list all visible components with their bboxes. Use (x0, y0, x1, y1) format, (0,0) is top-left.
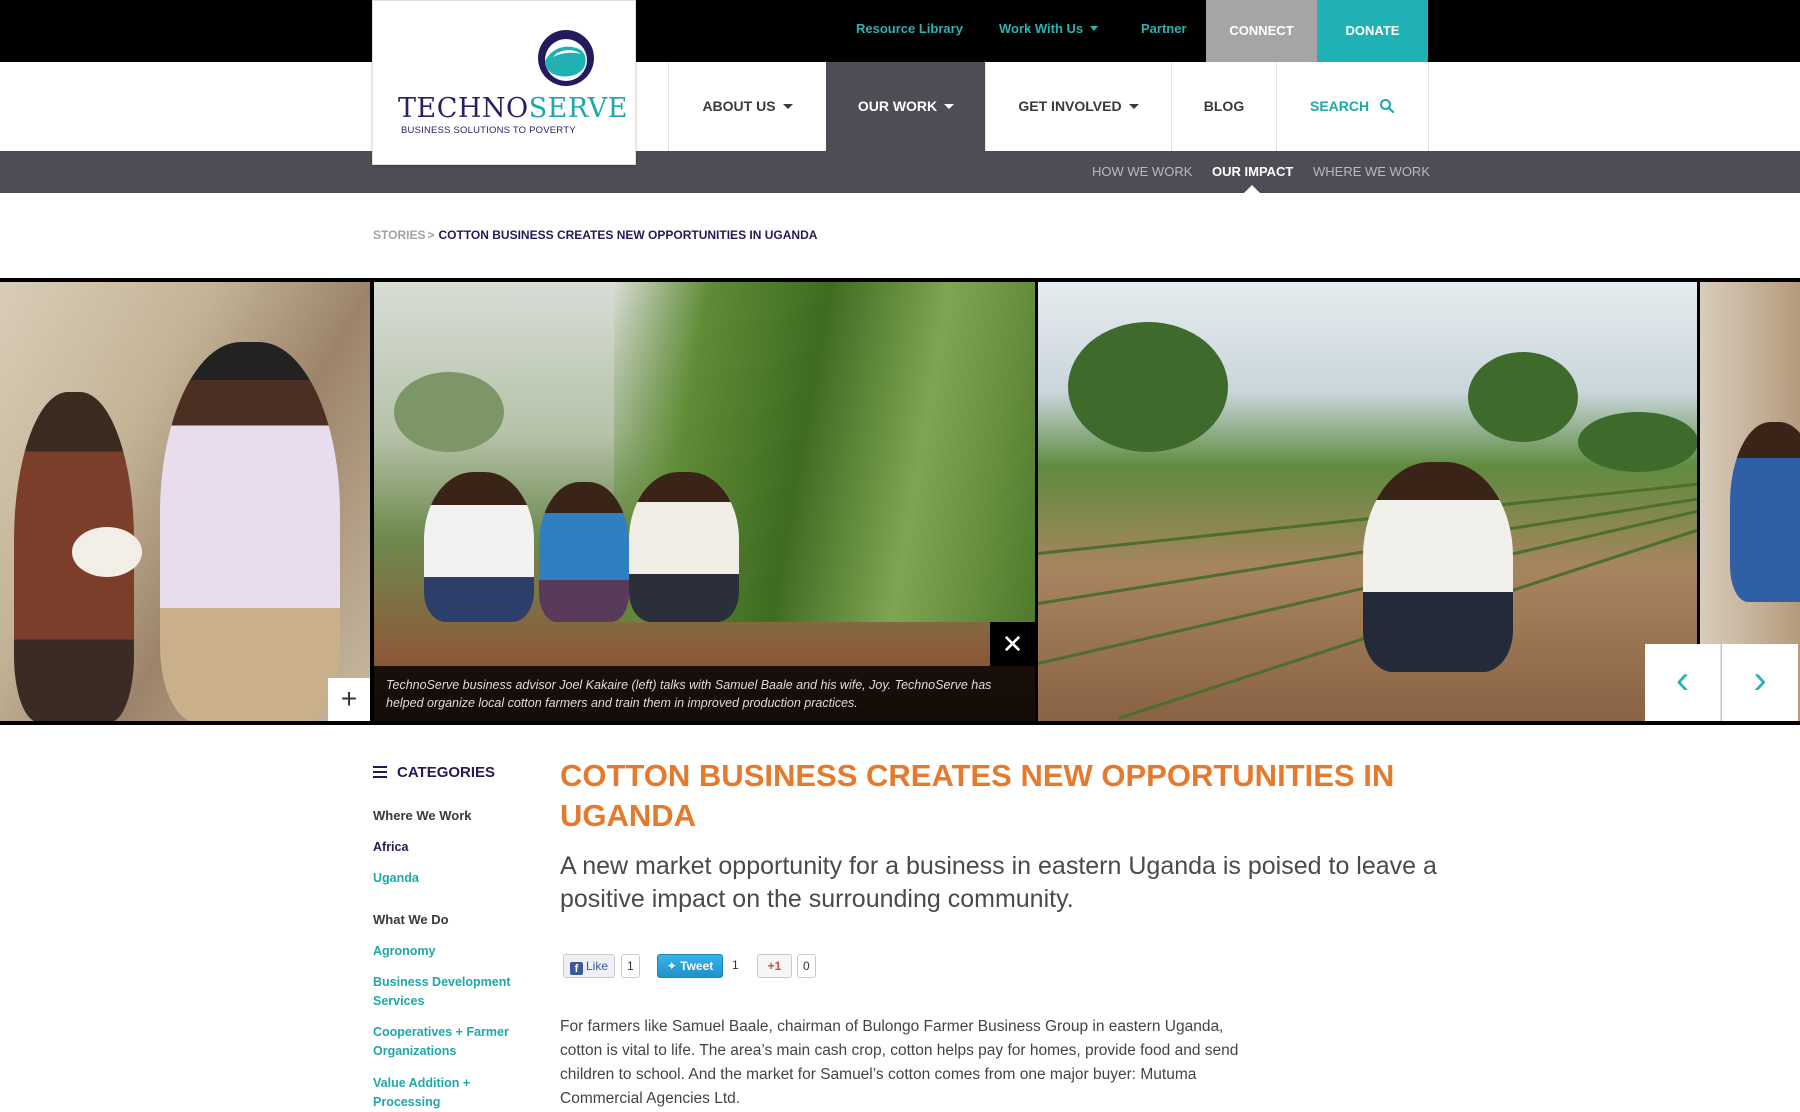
sub-nav: HOW WE WORK OUR IMPACT WHERE WE WORK (0, 151, 1800, 193)
facebook-like-button[interactable]: f Like (563, 954, 615, 978)
google-plus-count: 0 (797, 954, 816, 978)
category-link-value-addition[interactable]: Value Addition + Processing (373, 1074, 533, 1112)
person-figure (629, 472, 739, 622)
facebook-like-count: 1 (621, 954, 640, 978)
twitter-bird-icon: ✦ (666, 959, 677, 973)
category-link-cooperatives[interactable]: Cooperatives + Farmer Organizations (373, 1023, 533, 1061)
nav-about-us-label: ABOUT US (702, 98, 776, 114)
work-with-us-label: Work With Us (999, 21, 1084, 36)
category-link-bds[interactable]: Business Development Services (373, 973, 533, 1011)
nav-our-work[interactable]: OUR WORK (826, 62, 985, 151)
close-caption-button[interactable]: ✕ (990, 622, 1035, 666)
photo-caption: TechnoServe business advisor Joel Kakair… (374, 666, 1035, 721)
resource-library-link[interactable]: Resource Library (856, 0, 963, 62)
chevron-right-icon: › (1753, 658, 1767, 702)
plus-icon: + (340, 683, 358, 714)
logo-word-left: TECHNO (398, 93, 529, 124)
chevron-down-icon (782, 104, 793, 109)
cotton-sample (72, 527, 142, 577)
nav-about-us[interactable]: ABOUT US (668, 62, 826, 151)
person-figure (160, 342, 340, 721)
nav-search-label: SEARCH (1309, 98, 1370, 114)
chevron-down-icon (1090, 26, 1099, 31)
tweet-button[interactable]: ✦ Tweet (657, 954, 723, 978)
breadcrumb-separator: > (427, 228, 435, 242)
article-deck: A new market opportunity for a business … (560, 852, 1437, 913)
logo-mark-icon (538, 30, 594, 86)
active-subnav-pointer (1244, 185, 1260, 193)
nav-search[interactable]: SEARCH (1276, 62, 1429, 151)
logo-word-right: SERVE (528, 93, 628, 124)
gallery-next-button[interactable]: › (1722, 644, 1798, 721)
tree-shape (1068, 322, 1228, 452)
tree-shape (1468, 352, 1578, 442)
breadcrumb: STORIES > COTTON BUSINESS CREATES NEW OPPO… (373, 228, 817, 242)
facebook-like-label: Like (586, 959, 609, 973)
where-we-work-heading: Where We Work (373, 808, 472, 823)
person-figure (539, 482, 629, 622)
logo-tagline: BUSINESS SOLUTIONS TO POVERTY (401, 125, 576, 136)
nav-our-work-label: OUR WORK (857, 98, 938, 114)
donate-button[interactable]: DONATE (1317, 0, 1428, 62)
nav-get-involved[interactable]: GET INVOLVED (985, 62, 1171, 151)
subnav-where-we-work[interactable]: WHERE WE WORK (1313, 151, 1430, 193)
categories-label: CATEGORIES (397, 764, 496, 781)
main-nav: ABOUT US OUR WORK GET INVOLVED BLOG SEAR… (0, 62, 1800, 151)
nav-blog[interactable]: BLOG (1171, 62, 1276, 151)
expand-caption-button[interactable]: + (328, 678, 370, 721)
categories-heading: CATEGORIES (373, 764, 495, 781)
google-plus-icon: +1 (767, 959, 782, 973)
photo-gallery: TechnoServe business advisor Joel Kakair… (0, 278, 1800, 725)
facebook-icon: f (570, 962, 583, 975)
gallery-photo-2[interactable] (374, 282, 1035, 721)
chevron-left-icon: ‹ (1675, 658, 1690, 702)
list-icon (373, 766, 387, 778)
subnav-how-we-work[interactable]: HOW WE WORK (1092, 151, 1192, 193)
logo-wordmark: TECHNOSERVE (398, 93, 628, 124)
person-figure (1730, 422, 1800, 602)
google-plus-button[interactable]: +1 (757, 954, 792, 978)
breadcrumb-current: COTTON BUSINESS CREATES NEW OPPORTUNITIE… (438, 228, 818, 242)
tweet-label: Tweet (680, 959, 714, 973)
article-body: For farmers like Samuel Baale, chairman … (560, 1018, 1239, 1107)
tree-shape (394, 372, 504, 452)
article-title: COTTON BUSINESS CREATES NEW OPPORTUNITIE… (560, 758, 1395, 833)
gallery-photo-1[interactable] (0, 282, 370, 721)
gallery-prev-button[interactable]: ‹ (1645, 644, 1721, 721)
site-logo[interactable]: TECHNOSERVE BUSINESS SOLUTIONS TO POVERT… (372, 0, 636, 165)
what-we-do-heading: What We Do (373, 912, 449, 927)
person-figure (1363, 462, 1513, 672)
breadcrumb-stories-link[interactable]: STORIES (373, 228, 425, 242)
tweet-count: 1 (727, 954, 744, 978)
tree-shape (1578, 412, 1697, 472)
nav-get-involved-label: GET INVOLVED (1018, 98, 1122, 114)
chevron-down-icon (1128, 104, 1139, 109)
connect-button[interactable]: CONNECT (1206, 0, 1317, 62)
gallery-photo-3[interactable] (1038, 282, 1697, 721)
category-link-agronomy[interactable]: Agronomy (373, 942, 533, 961)
search-icon (1380, 99, 1395, 114)
work-with-us-menu[interactable]: Work With Us (999, 0, 1099, 62)
category-link-africa[interactable]: Africa (373, 838, 533, 857)
person-figure (424, 472, 534, 622)
chevron-down-icon (944, 104, 955, 109)
category-link-uganda[interactable]: Uganda (373, 869, 533, 888)
partner-link[interactable]: Partner (1141, 0, 1187, 62)
close-icon: ✕ (1001, 629, 1024, 659)
